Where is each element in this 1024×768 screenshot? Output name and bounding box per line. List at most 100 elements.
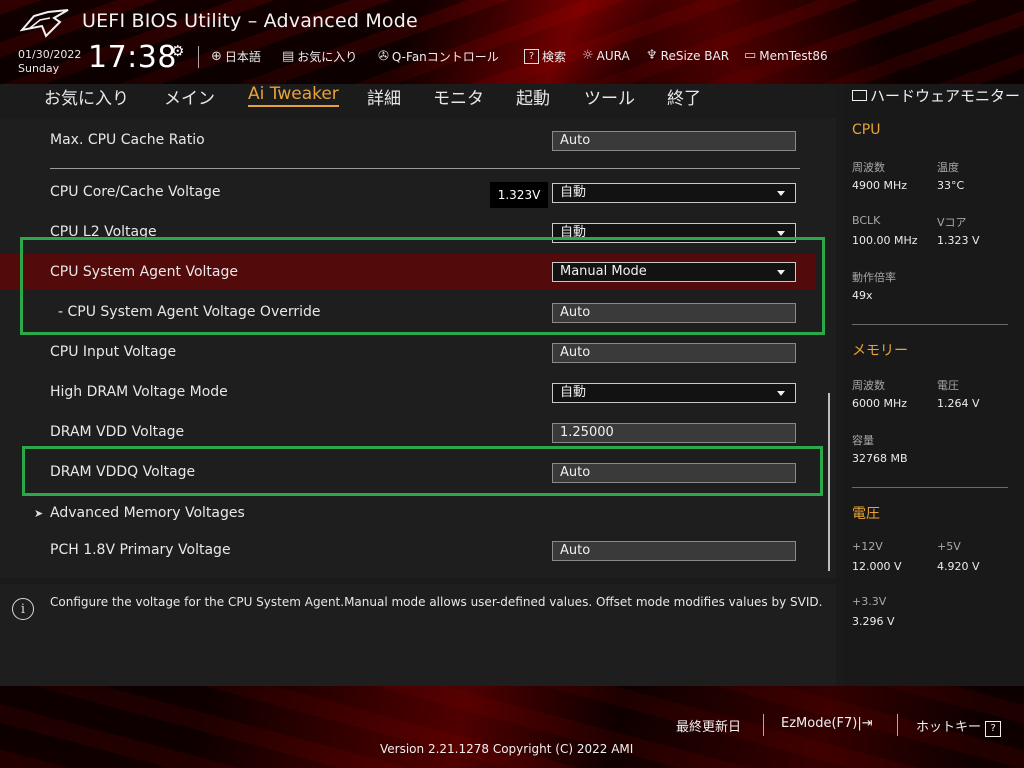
dram-vdd-voltage-input[interactable]: 1.25000 [552, 423, 796, 443]
qfan-label: Q-Fanコントロール [391, 50, 499, 64]
info-icon: i [12, 598, 34, 620]
tab-tool[interactable]: ツール [584, 84, 635, 109]
ratio-label: 動作倍率 [852, 271, 896, 284]
setting-row-max-cpu-cache-ratio[interactable]: Max. CPU Cache Ratio Auto [0, 122, 816, 160]
setting-label: High DRAM Voltage Mode [50, 384, 228, 400]
language-label: 日本語 [224, 50, 261, 64]
section-divider [50, 168, 800, 169]
hardware-monitor-title-text: ハードウェアモニター [870, 87, 1021, 105]
vcore-label: Vコア [937, 216, 967, 229]
monitor-icon [852, 90, 867, 101]
vcore-value: 1.323 V [937, 234, 980, 247]
tab-boot[interactable]: 起動 [516, 84, 550, 109]
search-button[interactable]: ? 検索 [524, 48, 566, 65]
tab-monitor[interactable]: モニタ [433, 84, 484, 109]
clock-settings-gear-icon[interactable]: ⚙ [171, 42, 184, 60]
tab-exit[interactable]: 終了 [667, 84, 701, 109]
fan-icon: ✇ [378, 49, 389, 64]
setting-row-cpu-input-voltage[interactable]: CPU Input Voltage Auto [0, 334, 816, 372]
date-label: 01/30/2022 [18, 48, 82, 61]
monitor-divider [852, 487, 1008, 488]
clock: 17:38 [88, 40, 177, 75]
tab-favorites[interactable]: お気に入り [44, 84, 129, 109]
day-label: Sunday [18, 62, 60, 75]
cpu-core-cache-voltage-dropdown[interactable]: 自動 [552, 183, 796, 203]
exit-arrow-icon: |⇥ [857, 716, 873, 731]
pch-1-8v-primary-voltage-input[interactable]: Auto [552, 541, 796, 561]
help-icon: ? [985, 721, 1002, 737]
dropdown-value: 自動 [560, 385, 587, 400]
mem-capacity-value: 32768 MB [852, 452, 908, 465]
cpu-temp-value: 33°C [937, 179, 965, 192]
memtest-icon: ▭ [744, 48, 757, 63]
search-label: 検索 [542, 50, 567, 64]
monitor-divider [852, 324, 1008, 325]
footer-divider [763, 714, 764, 736]
ratio-value: 49x [852, 289, 873, 302]
chevron-down-icon [777, 231, 785, 236]
chevron-down-icon [777, 191, 785, 196]
last-modified-button[interactable]: 最終更新日 [676, 716, 741, 735]
main-menu-bar: お気に入り メイン Ai Tweaker 詳細 モニタ 起動 ツール 終了 [0, 84, 836, 114]
setting-row-pch-1-8v-primary-voltage[interactable]: PCH 1.8V Primary Voltage Auto [0, 532, 816, 570]
title-bar: UEFI BIOS Utility – Advanced Mode 01/30/… [0, 0, 1024, 84]
v12-value: 12.000 V [852, 560, 902, 573]
app-title: UEFI BIOS Utility – Advanced Mode [82, 10, 418, 32]
search-icon: ? [524, 49, 539, 64]
mem-freq-label: 周波数 [852, 379, 885, 392]
favorites-label: お気に入り [297, 50, 358, 64]
memtest-button[interactable]: ▭ MemTest86 [744, 48, 828, 63]
cpu-freq-label: 周波数 [852, 161, 885, 174]
bclk-label: BCLK [852, 214, 881, 227]
globe-icon: ⊕ [211, 49, 222, 64]
setting-label: CPU Input Voltage [50, 344, 177, 360]
dropdown-value: 自動 [560, 185, 587, 200]
v33-label: +3.3V [852, 595, 887, 608]
hardware-monitor-panel: ハードウェアモニター CPU 周波数 温度 4900 MHz 33°C BCLK… [843, 84, 1024, 686]
high-dram-voltage-mode-dropdown[interactable]: 自動 [552, 383, 796, 403]
cpu-section-heading: CPU [852, 122, 881, 138]
bclk-value: 100.00 MHz [852, 234, 918, 247]
v5-value: 4.920 V [937, 560, 980, 573]
memory-section-heading: メモリー [852, 343, 908, 359]
cpu-freq-value: 4900 MHz [852, 179, 908, 192]
tab-main[interactable]: メイン [164, 84, 215, 109]
scrollbar[interactable] [828, 393, 830, 571]
help-text: Configure the voltage for the CPU System… [50, 595, 823, 609]
rog-logo-icon [20, 9, 69, 38]
setting-label: CPU Core/Cache Voltage [50, 184, 221, 200]
setting-label: Max. CPU Cache Ratio [50, 132, 205, 148]
hotkeys-button[interactable]: ホットキー ? [916, 716, 1002, 737]
mem-capacity-label: 容量 [852, 434, 874, 447]
help-panel: i Configure the voltage for the CPU Syst… [0, 584, 836, 686]
cpu-temp-label: 温度 [937, 161, 959, 174]
submenu-label: Advanced Memory Voltages [50, 505, 245, 521]
chevron-right-icon: ➤ [34, 507, 44, 520]
favorites-icon: ▤ [282, 49, 295, 64]
setting-row-cpu-core-cache-voltage[interactable]: CPU Core/Cache Voltage 自動 [0, 174, 816, 212]
language-button[interactable]: ⊕ 日本語 [211, 48, 261, 65]
submenu-advanced-memory-voltages[interactable]: ➤ Advanced Memory Voltages [0, 495, 816, 533]
mem-volt-label: 電圧 [937, 379, 959, 392]
cpu-input-voltage-input[interactable]: Auto [552, 343, 796, 363]
favorites-button[interactable]: ▤ お気に入り [282, 48, 357, 65]
qfan-button[interactable]: ✇ Q-Fanコントロール [378, 48, 499, 65]
v12-label: +12V [852, 540, 883, 553]
setting-row-high-dram-voltage-mode[interactable]: High DRAM Voltage Mode 自動 [0, 374, 816, 412]
hotkeys-label: ホットキー [916, 720, 982, 735]
tab-ai-tweaker[interactable]: Ai Tweaker [248, 84, 339, 107]
resize-bar-button[interactable]: ♆ ReSize BAR [646, 48, 729, 63]
max-cpu-cache-ratio-input[interactable]: Auto [552, 131, 796, 151]
resize-bar-label: ReSize BAR [660, 48, 730, 63]
ezmode-button[interactable]: EzMode(F7)|⇥ [781, 716, 873, 731]
memtest-label: MemTest86 [759, 48, 828, 63]
mem-freq-value: 6000 MHz [852, 397, 908, 410]
tab-advanced[interactable]: 詳細 [367, 84, 401, 109]
v5-label: +5V [937, 540, 961, 553]
setting-label: PCH 1.8V Primary Voltage [50, 542, 231, 558]
ezmode-label: EzMode(F7) [781, 716, 858, 731]
hardware-monitor-title: ハードウェアモニター [852, 86, 1022, 106]
footer-bar: 最終更新日 EzMode(F7)|⇥ ホットキー ? Version 2.21.… [0, 686, 1024, 768]
aura-button[interactable]: ☼ AURA [582, 48, 630, 63]
aura-label: AURA [596, 48, 630, 63]
